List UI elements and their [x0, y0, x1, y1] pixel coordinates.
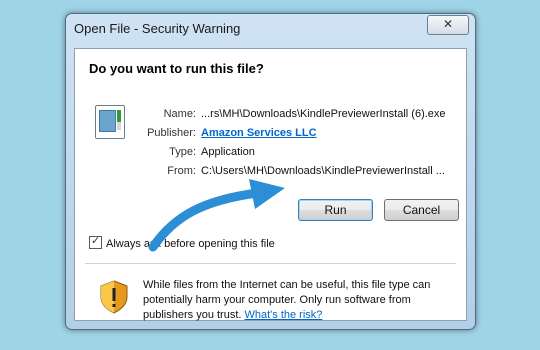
always-ask-checkbox[interactable]: ✓	[89, 235, 102, 249]
publisher-label: Publisher:	[147, 127, 196, 139]
publisher-link[interactable]: Amazon Services LLC	[201, 127, 317, 139]
always-ask-row[interactable]: ✓ Always ask before opening this file	[89, 235, 275, 250]
cancel-button[interactable]: Cancel	[384, 199, 459, 221]
run-button[interactable]: Run	[298, 199, 373, 221]
security-shield-icon	[100, 280, 128, 314]
type-label: Type:	[169, 146, 196, 158]
checkmark-icon: ✓	[91, 235, 101, 247]
always-ask-label[interactable]: Always ask before opening this file	[106, 238, 275, 250]
whats-the-risk-link[interactable]: What's the risk?	[245, 309, 323, 321]
window-title: Open File - Security Warning	[74, 21, 241, 36]
close-button[interactable]: ✕	[427, 15, 469, 35]
from-label: From:	[167, 165, 196, 177]
security-warning-dialog: Open File - Security Warning ✕ Do you wa…	[65, 13, 476, 330]
warning-text-block: While files from the Internet can be use…	[143, 278, 459, 323]
type-value: Application	[201, 146, 255, 158]
name-label: Name:	[163, 108, 196, 120]
name-value: ...rs\MH\Downloads\KindlePreviewerInstal…	[201, 108, 446, 120]
title-bar[interactable]: Open File - Security Warning ✕	[66, 14, 475, 42]
close-icon: ✕	[442, 17, 454, 31]
separator	[85, 263, 456, 264]
from-value: C:\Users\MH\Downloads\KindlePreviewerIns…	[201, 165, 445, 177]
dialog-body: Do you want to run this file? Name: ...r…	[74, 48, 467, 321]
dialog-heading: Do you want to run this file?	[89, 61, 264, 76]
